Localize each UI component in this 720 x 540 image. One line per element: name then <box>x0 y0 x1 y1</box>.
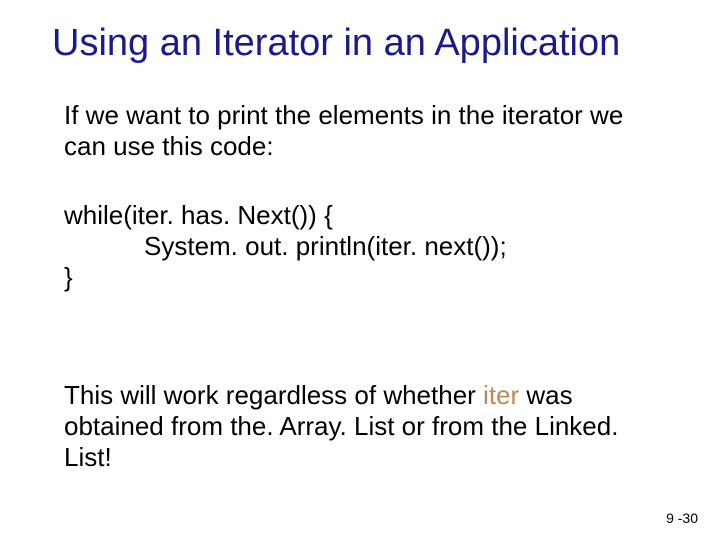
intro-text: If we want to print the elements in the … <box>64 100 660 162</box>
page-number: 9 -30 <box>666 510 698 526</box>
outro-part1: This will work regardless of whether <box>64 380 483 410</box>
code-line-2: System. out. println(iter. next()); <box>144 231 507 261</box>
code-line-3: } <box>64 262 73 292</box>
code-block: while(iter. has. Next()) { System. out. … <box>64 200 660 294</box>
code-line-1: while(iter. has. Next()) { <box>64 200 333 230</box>
slide: Using an Iterator in an Application If w… <box>0 0 720 540</box>
outro-text: This will work regardless of whether ite… <box>64 380 660 474</box>
outro-highlight-iter: iter <box>483 380 519 410</box>
slide-title: Using an Iterator in an Application <box>52 22 680 66</box>
